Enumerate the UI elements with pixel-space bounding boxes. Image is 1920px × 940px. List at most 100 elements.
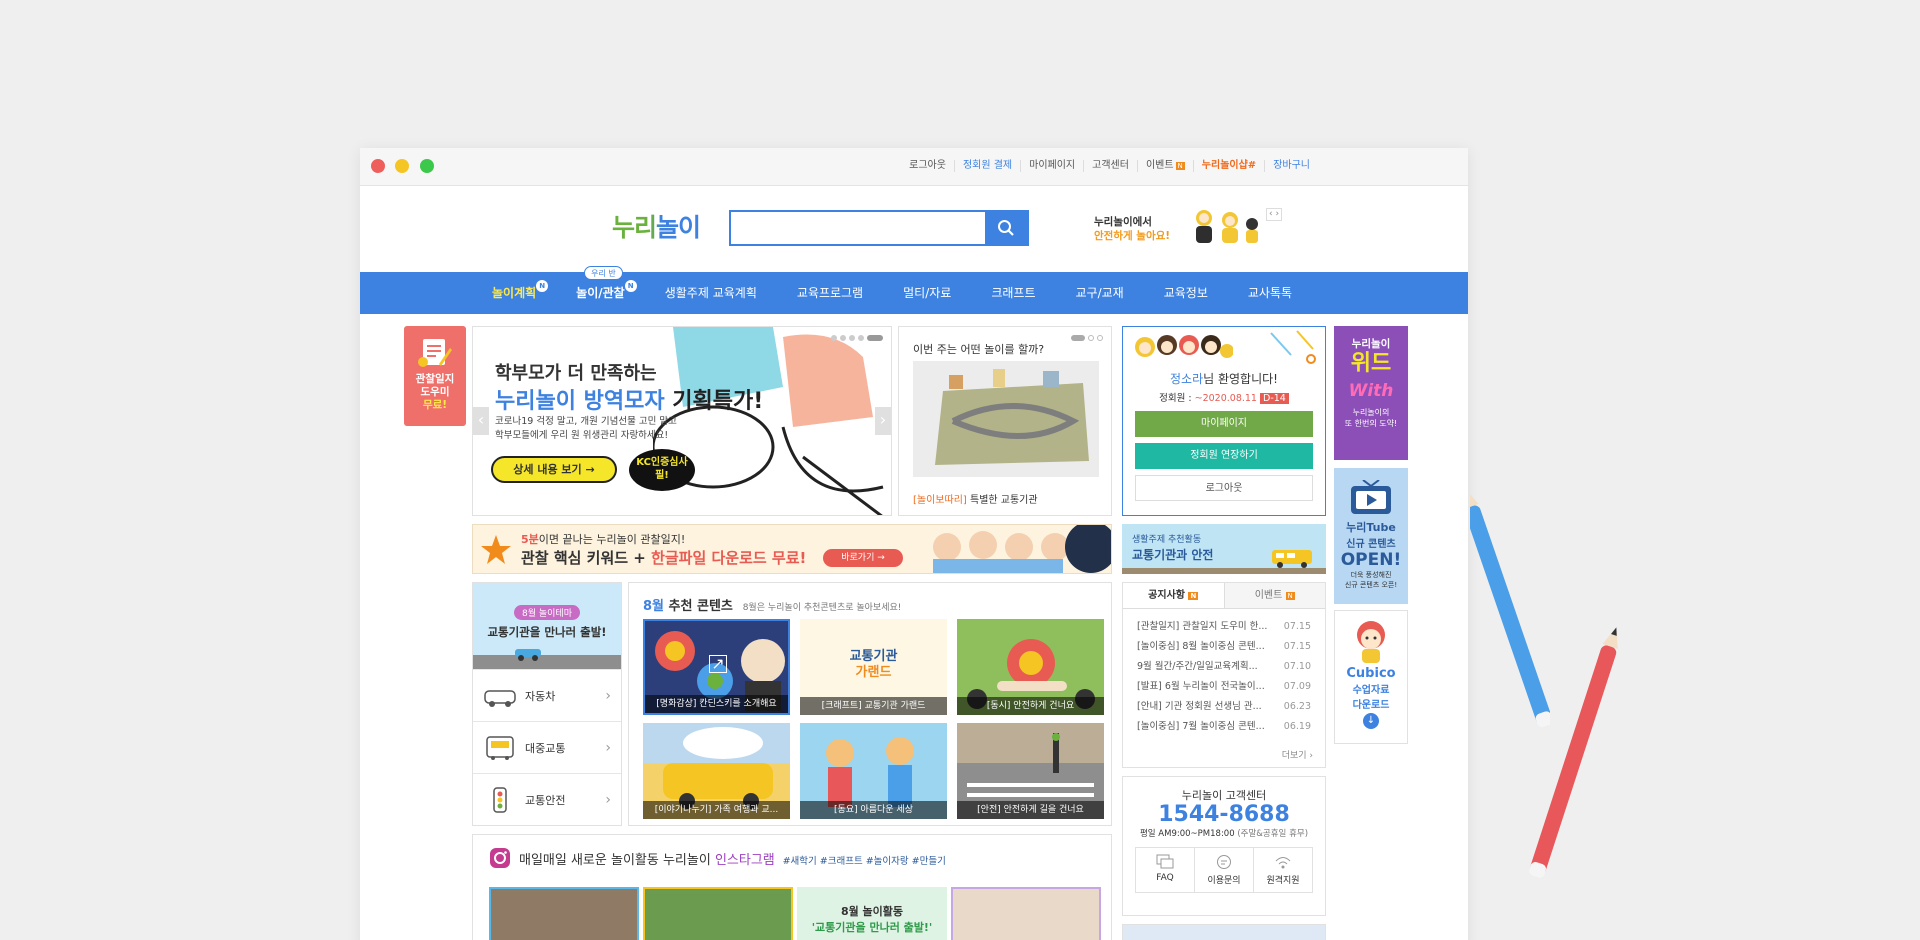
nuri-with-banner[interactable]: 누리놀이 위드 With 누리놀이의 또 한번의 도약!	[1334, 326, 1408, 460]
helper-line2: 도우미	[420, 386, 450, 398]
nav-item-3[interactable]: 교육프로그램	[777, 272, 883, 314]
recommend-thumb[interactable]: [안전] 안전하게 길을 건너요	[957, 723, 1104, 819]
theme-banner[interactable]: 8월 놀이테마 교통기관을 만나러 출발!	[473, 583, 621, 669]
search-input[interactable]	[731, 212, 985, 244]
site-logo[interactable]: 누리놀이	[612, 208, 701, 244]
extend-membership-button[interactable]: 정회원 연장하기	[1135, 443, 1313, 469]
nav-item-8[interactable]: 교사톡톡	[1228, 272, 1312, 314]
nav-item-4[interactable]: 멀티/자료	[883, 272, 971, 314]
hero-cta-label: 상세 내용 보기	[513, 463, 582, 476]
maximize-window-dot[interactable]	[420, 159, 434, 173]
notice-more-link[interactable]: 더보기 ›	[1282, 748, 1313, 761]
download-icon[interactable]: ↓	[1363, 713, 1379, 729]
hero-banner[interactable]: 학부모가 더 만족하는 누리놀이 방역모자 기획특가! 코로나19 걱정 말고,…	[472, 326, 892, 516]
recommend-thumb[interactable]: [이야기나누기] 가족 여행과 교...	[643, 723, 790, 819]
hero-page-dot[interactable]	[849, 335, 855, 341]
theme-item[interactable]: 대중교통 ›	[473, 721, 621, 773]
car-image	[515, 649, 541, 661]
nav-label: 교사톡톡	[1247, 286, 1293, 300]
observation-helper-banner[interactable]: 관찰일지 도우미 무료!	[404, 326, 466, 426]
search-button[interactable]	[985, 212, 1027, 244]
logout-button[interactable]: 로그아웃	[1135, 475, 1313, 501]
external-link-icon[interactable]: ↗	[709, 655, 727, 673]
recommend-thumb[interactable]: [동요] 아름다운 세상	[800, 723, 947, 819]
bottom-right-banner[interactable]	[1122, 924, 1326, 940]
header-promo[interactable]: 누리놀이에서 안전하게 놀아요!	[1094, 215, 1170, 243]
hero-desc1: 코로나19 걱정 말고, 개원 기념선물 고민 말고	[495, 416, 677, 427]
hero-cta-button[interactable]: 상세 내용 보기 →	[491, 456, 617, 483]
recommend-caption: [이야기나누기] 가족 여행과 교...	[643, 801, 790, 819]
insta-post[interactable]	[951, 887, 1101, 940]
weekly-title: 이번 주는 어떤 놀이를 할까?	[913, 343, 1045, 356]
hero-page-dot[interactable]	[831, 335, 837, 341]
theme-item[interactable]: 자동차 ›	[473, 669, 621, 721]
tab-notice[interactable]: 공지사항 N	[1123, 583, 1224, 608]
nav-item-6[interactable]: 교구/교재	[1056, 272, 1144, 314]
mypage-button[interactable]: 마이페이지	[1135, 411, 1313, 437]
nav-item-1[interactable]: 놀이/관찰 N 우리 반	[556, 266, 645, 314]
insta-card3-line1: 8월 놀이활동	[840, 905, 904, 918]
hero-pagination[interactable]	[831, 335, 883, 341]
nav-item-7[interactable]: 교육정보	[1144, 272, 1228, 314]
nav-item-0[interactable]: 놀이계획 N	[472, 272, 556, 314]
promo-arrows[interactable]: ‹ ›	[1266, 208, 1283, 221]
instagram-icon[interactable]	[489, 847, 511, 869]
kc-line2: 필!	[655, 470, 669, 481]
hero-next-button[interactable]: ›	[875, 407, 891, 435]
notice-row[interactable]: [발표] 6월 누리놀이 전국놀이... 07.09	[1123, 677, 1325, 697]
membership-info: 정회원 : ~2020.08.11 D-14	[1123, 390, 1325, 404]
nav-label: 생활주제 교육계획	[664, 286, 757, 300]
notice-row[interactable]: [안내] 기관 정회원 선생님 관... 06.23	[1123, 697, 1325, 717]
insta-brand[interactable]: 인스타그램	[715, 853, 775, 868]
recommended-activity-banner[interactable]: 생활주제 추천활동 교통기관과 안전	[1122, 524, 1326, 574]
event-link[interactable]: 이벤트 N	[1136, 160, 1193, 172]
hero-prev-button[interactable]: ‹	[473, 407, 489, 435]
close-window-dot[interactable]	[371, 159, 385, 173]
nuri-shop-link[interactable]: 누리놀이샵#	[1192, 160, 1264, 172]
cs-button-1[interactable]: 이용문의	[1194, 848, 1253, 892]
nuri-tube-banner[interactable]: 누리Tube 신규 콘텐츠 OPEN! 더욱 풍성해진 신규 콘텐츠 오픈!	[1334, 468, 1408, 604]
mini-line1: 생활주제 추천활동	[1132, 535, 1202, 545]
weekly-page-dot[interactable]	[1097, 335, 1103, 341]
hero-page-dot[interactable]	[840, 335, 846, 341]
payment-link[interactable]: 정회원 결제	[953, 160, 1020, 172]
insta-post[interactable]: 8월 놀이활동 '교통기관을 만나러 출발!'	[797, 887, 947, 940]
insta-post[interactable]	[489, 887, 639, 940]
customer-center-link[interactable]: 고객센터	[1083, 160, 1137, 172]
weekly-pagination[interactable]	[1071, 335, 1103, 341]
notice-row[interactable]: 9월 월간/주간/일일교육계획... 07.10	[1123, 657, 1325, 677]
notice-row[interactable]: [놀이중심] 7월 놀이중심 콘텐... 06.19	[1123, 717, 1325, 737]
recommend-thumb[interactable]: [동시] 안전하게 건너요	[957, 619, 1104, 715]
theme-item[interactable]: 교통안전 ›	[473, 773, 621, 825]
weekly-page-dot-active[interactable]	[1071, 335, 1085, 341]
nav-item-2[interactable]: 생활주제 교육계획	[645, 272, 777, 314]
minimize-window-dot[interactable]	[395, 159, 409, 173]
recommend-sub: 8월은 누리놀이 추천콘텐츠로 놀아보세요!	[742, 603, 902, 613]
hero-page-dot-active[interactable]	[867, 335, 883, 341]
hero-page-dot[interactable]	[858, 335, 864, 341]
cart-link[interactable]: 장바구니	[1264, 160, 1318, 172]
logout-link[interactable]: 로그아웃	[901, 160, 954, 172]
strip-go-button[interactable]: 바로가기 →	[823, 549, 903, 567]
new-badge: N	[1285, 592, 1295, 600]
recommend-thumb[interactable]: ↗ [명화감상] 칸딘스키를 소개해요	[643, 619, 790, 715]
hero-desc2: 학부모들에게 우리 원 위생관리 자랑하세요!	[495, 430, 669, 441]
notice-date: 06.23	[1283, 701, 1311, 712]
observation-strip-banner[interactable]: 5분이면 끝나는 누리놀이 관찰일지! 관찰 핵심 키워드 + 한글파일 다운로…	[472, 524, 1112, 574]
recommend-thumb[interactable]: 교통기관 가랜드 [크래프트] 교통기관 가랜드	[800, 619, 947, 715]
cs-button-label: FAQ	[1156, 873, 1174, 883]
cs-phone[interactable]: 1544-8688	[1123, 803, 1325, 827]
cs-button-0[interactable]: FAQ	[1136, 848, 1194, 892]
weekly-page-dot[interactable]	[1088, 335, 1094, 341]
tab-event[interactable]: 이벤트 N	[1223, 583, 1325, 608]
mypage-link[interactable]: 마이페이지	[1020, 160, 1083, 172]
cubico-banner[interactable]: Cubico 수업자료 다운로드 ↓	[1334, 610, 1408, 744]
notice-row[interactable]: [관찰일지] 관찰일지 도우미 한... 07.15	[1123, 617, 1325, 637]
weekly-play-card[interactable]: 이번 주는 어떤 놀이를 할까? [놀이보따리] 특별한 교통기관	[898, 326, 1112, 516]
cs-button-2[interactable]: 원격지원	[1253, 848, 1312, 892]
notice-row[interactable]: [놀이중심] 8월 놀이중심 콘텐... 07.15	[1123, 637, 1325, 657]
strip-5min: 5분	[521, 533, 539, 546]
nav-item-5[interactable]: 크래프트	[971, 272, 1055, 314]
strip-main-b: 한글파일 다운로드 무료!	[651, 549, 807, 567]
insta-post[interactable]	[643, 887, 793, 940]
